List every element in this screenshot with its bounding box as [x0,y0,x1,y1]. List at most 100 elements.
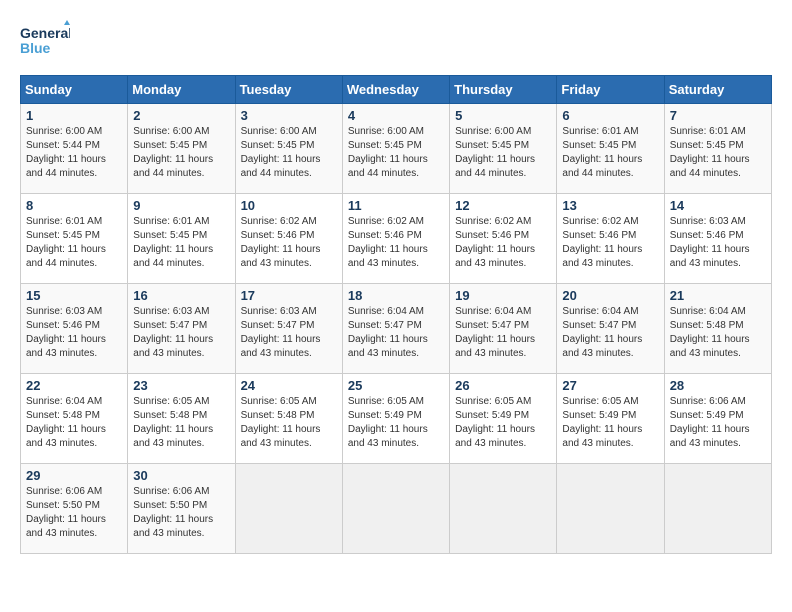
daylight-label: Daylight: 11 hours and 43 minutes. [348,334,428,359]
day-info: Sunrise: 6:03 AM Sunset: 5:47 PM Dayligh… [133,305,229,361]
day-info: Sunrise: 6:02 AM Sunset: 5:46 PM Dayligh… [562,215,658,271]
day-info: Sunrise: 6:02 AM Sunset: 5:46 PM Dayligh… [241,215,337,271]
day-info: Sunrise: 6:03 AM Sunset: 5:47 PM Dayligh… [241,305,337,361]
day-number: 21 [670,288,766,303]
daylight-label: Daylight: 11 hours and 43 minutes. [133,514,213,539]
calendar-cell: 2 Sunrise: 6:00 AM Sunset: 5:45 PM Dayli… [128,104,235,194]
sunrise-label: Sunrise: 6:04 AM [562,306,638,317]
day-number: 3 [241,108,337,123]
daylight-label: Daylight: 11 hours and 43 minutes. [241,334,321,359]
weekday-header-thursday: Thursday [450,76,557,104]
sunset-label: Sunset: 5:49 PM [348,410,422,421]
sunrise-label: Sunrise: 6:00 AM [455,126,531,137]
sunrise-label: Sunrise: 6:05 AM [133,396,209,407]
daylight-label: Daylight: 11 hours and 43 minutes. [562,334,642,359]
day-number: 12 [455,198,551,213]
calendar-cell: 11 Sunrise: 6:02 AM Sunset: 5:46 PM Dayl… [342,194,449,284]
page-header: General Blue [20,20,772,65]
sunset-label: Sunset: 5:45 PM [670,140,744,151]
day-info: Sunrise: 6:00 AM Sunset: 5:44 PM Dayligh… [26,125,122,181]
sunset-label: Sunset: 5:46 PM [455,230,529,241]
calendar-cell: 9 Sunrise: 6:01 AM Sunset: 5:45 PM Dayli… [128,194,235,284]
sunrise-label: Sunrise: 6:02 AM [241,216,317,227]
sunset-label: Sunset: 5:45 PM [133,230,207,241]
day-info: Sunrise: 6:00 AM Sunset: 5:45 PM Dayligh… [133,125,229,181]
daylight-label: Daylight: 11 hours and 43 minutes. [455,334,535,359]
sunset-label: Sunset: 5:45 PM [348,140,422,151]
sunrise-label: Sunrise: 6:05 AM [562,396,638,407]
sunrise-label: Sunrise: 6:03 AM [26,306,102,317]
calendar-cell: 14 Sunrise: 6:03 AM Sunset: 5:46 PM Dayl… [664,194,771,284]
day-number: 19 [455,288,551,303]
sunrise-label: Sunrise: 6:02 AM [455,216,531,227]
calendar-cell: 7 Sunrise: 6:01 AM Sunset: 5:45 PM Dayli… [664,104,771,194]
weekday-header-friday: Friday [557,76,664,104]
day-info: Sunrise: 6:06 AM Sunset: 5:50 PM Dayligh… [133,485,229,541]
day-info: Sunrise: 6:05 AM Sunset: 5:49 PM Dayligh… [562,395,658,451]
day-info: Sunrise: 6:01 AM Sunset: 5:45 PM Dayligh… [26,215,122,271]
day-number: 15 [26,288,122,303]
sunrise-label: Sunrise: 6:06 AM [133,486,209,497]
calendar-cell: 1 Sunrise: 6:00 AM Sunset: 5:44 PM Dayli… [21,104,128,194]
calendar-cell: 27 Sunrise: 6:05 AM Sunset: 5:49 PM Dayl… [557,374,664,464]
sunrise-label: Sunrise: 6:02 AM [348,216,424,227]
sunrise-label: Sunrise: 6:03 AM [670,216,746,227]
day-number: 8 [26,198,122,213]
daylight-label: Daylight: 11 hours and 43 minutes. [455,424,535,449]
daylight-label: Daylight: 11 hours and 43 minutes. [26,334,106,359]
day-number: 27 [562,378,658,393]
daylight-label: Daylight: 11 hours and 43 minutes. [348,424,428,449]
day-info: Sunrise: 6:03 AM Sunset: 5:46 PM Dayligh… [26,305,122,361]
daylight-label: Daylight: 11 hours and 43 minutes. [26,424,106,449]
sunset-label: Sunset: 5:46 PM [26,320,100,331]
sunset-label: Sunset: 5:45 PM [26,230,100,241]
day-number: 26 [455,378,551,393]
sunset-label: Sunset: 5:47 PM [562,320,636,331]
calendar-cell: 28 Sunrise: 6:06 AM Sunset: 5:49 PM Dayl… [664,374,771,464]
sunrise-label: Sunrise: 6:00 AM [348,126,424,137]
sunrise-label: Sunrise: 6:01 AM [133,216,209,227]
sunrise-label: Sunrise: 6:00 AM [26,126,102,137]
calendar-cell [450,464,557,554]
daylight-label: Daylight: 11 hours and 43 minutes. [562,424,642,449]
day-number: 6 [562,108,658,123]
svg-text:General: General [20,25,70,41]
sunrise-label: Sunrise: 6:06 AM [26,486,102,497]
calendar-cell: 3 Sunrise: 6:00 AM Sunset: 5:45 PM Dayli… [235,104,342,194]
daylight-label: Daylight: 11 hours and 44 minutes. [26,244,106,269]
sunset-label: Sunset: 5:45 PM [241,140,315,151]
sunset-label: Sunset: 5:48 PM [26,410,100,421]
day-info: Sunrise: 6:04 AM Sunset: 5:48 PM Dayligh… [26,395,122,451]
day-number: 14 [670,198,766,213]
day-number: 28 [670,378,766,393]
daylight-label: Daylight: 11 hours and 43 minutes. [133,334,213,359]
calendar-cell: 22 Sunrise: 6:04 AM Sunset: 5:48 PM Dayl… [21,374,128,464]
daylight-label: Daylight: 11 hours and 43 minutes. [241,244,321,269]
logo: General Blue [20,20,70,65]
daylight-label: Daylight: 11 hours and 43 minutes. [670,424,750,449]
calendar-cell: 4 Sunrise: 6:00 AM Sunset: 5:45 PM Dayli… [342,104,449,194]
daylight-label: Daylight: 11 hours and 43 minutes. [133,424,213,449]
daylight-label: Daylight: 11 hours and 44 minutes. [562,154,642,179]
daylight-label: Daylight: 11 hours and 43 minutes. [670,334,750,359]
day-number: 22 [26,378,122,393]
day-info: Sunrise: 6:05 AM Sunset: 5:48 PM Dayligh… [241,395,337,451]
calendar-cell: 10 Sunrise: 6:02 AM Sunset: 5:46 PM Dayl… [235,194,342,284]
day-info: Sunrise: 6:04 AM Sunset: 5:47 PM Dayligh… [348,305,444,361]
weekday-header-row: SundayMondayTuesdayWednesdayThursdayFrid… [21,76,772,104]
weekday-header-wednesday: Wednesday [342,76,449,104]
sunset-label: Sunset: 5:47 PM [241,320,315,331]
day-number: 10 [241,198,337,213]
sunrise-label: Sunrise: 6:04 AM [455,306,531,317]
calendar-cell: 5 Sunrise: 6:00 AM Sunset: 5:45 PM Dayli… [450,104,557,194]
sunrise-label: Sunrise: 6:04 AM [348,306,424,317]
day-info: Sunrise: 6:04 AM Sunset: 5:47 PM Dayligh… [562,305,658,361]
day-number: 25 [348,378,444,393]
calendar-week-row: 15 Sunrise: 6:03 AM Sunset: 5:46 PM Dayl… [21,284,772,374]
daylight-label: Daylight: 11 hours and 44 minutes. [133,154,213,179]
day-number: 20 [562,288,658,303]
day-info: Sunrise: 6:06 AM Sunset: 5:49 PM Dayligh… [670,395,766,451]
calendar-cell: 15 Sunrise: 6:03 AM Sunset: 5:46 PM Dayl… [21,284,128,374]
calendar-cell: 30 Sunrise: 6:06 AM Sunset: 5:50 PM Dayl… [128,464,235,554]
daylight-label: Daylight: 11 hours and 44 minutes. [26,154,106,179]
